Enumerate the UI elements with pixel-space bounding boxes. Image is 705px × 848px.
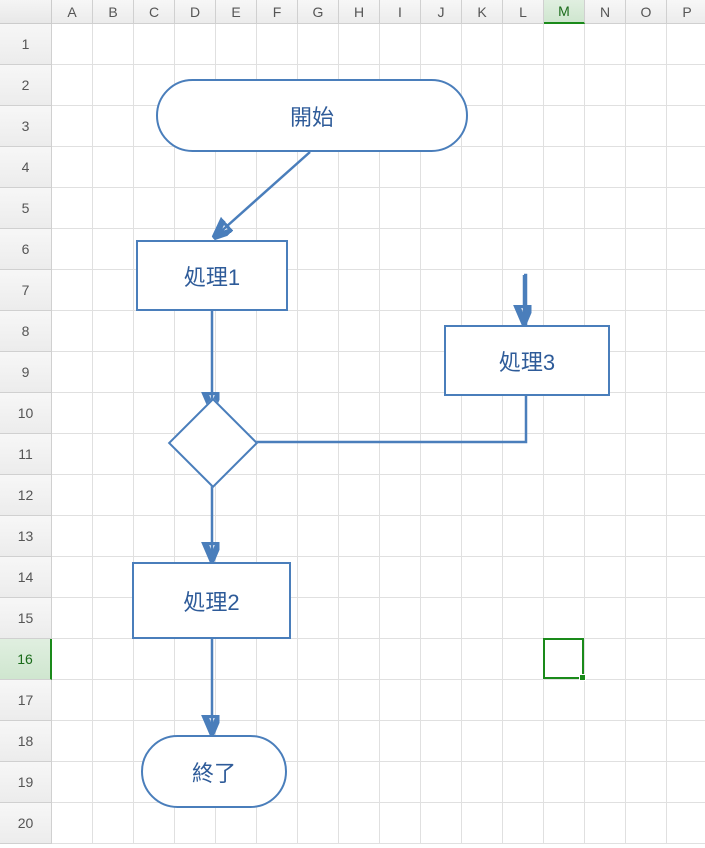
flowchart-process2[interactable]: 処理2 (132, 562, 291, 639)
flowchart-start-label: 開始 (290, 100, 334, 132)
flowchart-process3-label: 処理3 (499, 345, 555, 377)
flowchart-process2-label: 処理2 (183, 585, 239, 617)
flowchart-process1-label: 処理1 (184, 260, 240, 292)
flowchart-process1[interactable]: 処理1 (136, 240, 288, 311)
flowchart-process3[interactable]: 処理3 (444, 325, 610, 396)
flowchart-end-label: 終了 (192, 756, 236, 788)
flowchart-start[interactable]: 開始 (156, 79, 468, 152)
flowchart-end[interactable]: 終了 (141, 735, 287, 808)
